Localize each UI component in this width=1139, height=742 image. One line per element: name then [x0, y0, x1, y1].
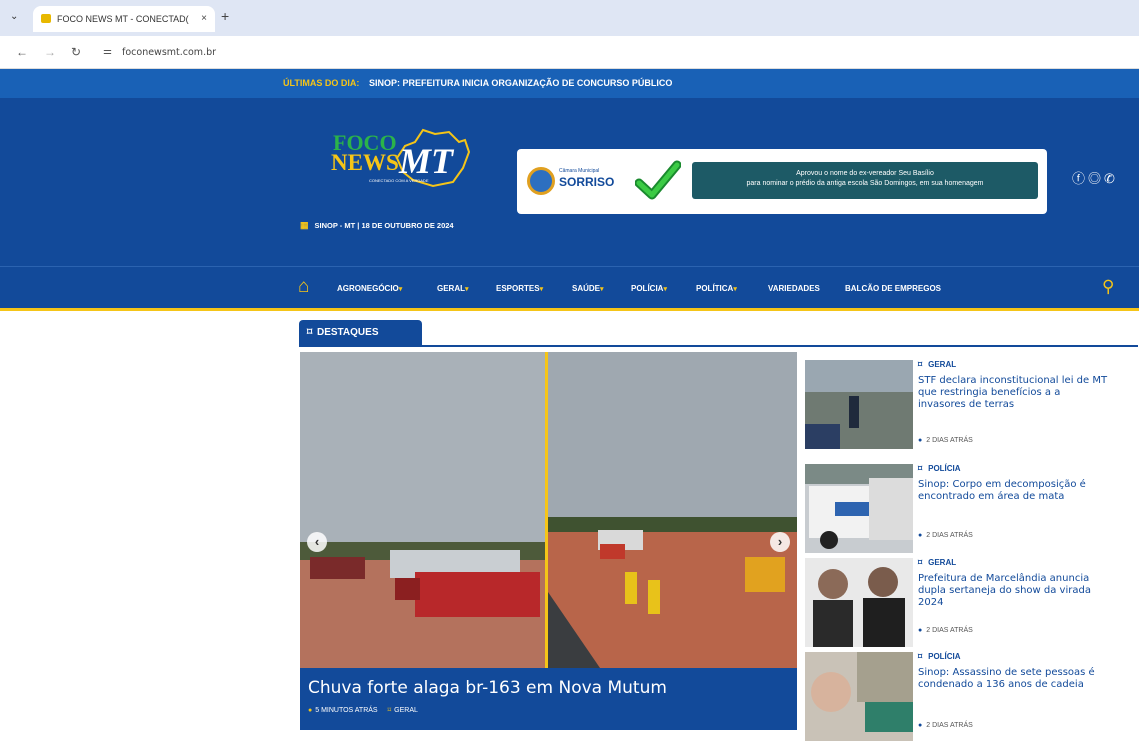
facebook-icon[interactable]: ⓕ [1072, 171, 1088, 186]
camara-seal-icon [527, 167, 555, 195]
nav-item-agronegocio[interactable]: AGRONEGÓCIO▾ [337, 284, 402, 293]
site-logo[interactable]: FOCO NEWS MT CONECTADO COM A VERDADE [327, 128, 477, 198]
tab-title: FOCO NEWS MT - CONECTAD( [57, 14, 189, 24]
address-bar: ← → ↻ ⚌ foconewsmt.com.br [0, 36, 1139, 69]
nav-item-policia[interactable]: POLÍCIA▾ [631, 284, 667, 293]
clock-icon: ● [918, 532, 923, 539]
clock-icon: ● [918, 437, 923, 444]
chevron-down-icon: ▾ [465, 286, 469, 293]
featured-story-slide[interactable]: ‹ › Chuva forte alaga br-163 em Nova Mut… [300, 352, 797, 730]
category-label[interactable]: ⌑ POLÍCIA [918, 652, 961, 661]
clock-icon: ● [918, 627, 923, 634]
featured-headline[interactable]: Chuva forte alaga br-163 em Nova Mutum [308, 678, 667, 698]
story-time: ● 2 DIAS ATRÁS [918, 437, 973, 444]
featured-time: 5 MINUTOS ATRÁS [315, 707, 378, 714]
calendar-icon: ▦ [300, 220, 309, 230]
browser-tab[interactable]: FOCO NEWS MT - CONECTAD( × [33, 6, 215, 32]
story-headline[interactable]: Prefeitura de Marcelândia anuncia dupla … [918, 573, 1108, 609]
date-text: SINOP - MT | 18 DE OUTUBRO DE 2024 [314, 221, 454, 230]
slider-next-arrow-icon[interactable]: › [770, 532, 790, 552]
list-item[interactable]: ⌑ POLÍCIA Sinop: Corpo em decomposição é … [805, 464, 1139, 554]
featured-meta: ● 5 MINUTOS ATRÁS ⌑ GERAL [308, 706, 418, 714]
logo-news-text: NEWS [331, 150, 399, 175]
reload-icon[interactable]: ↻ [71, 45, 81, 59]
featured-category-link[interactable]: GERAL [394, 707, 418, 714]
ad-message-box: Aprovou o nome do ex-vereador Seu Basíli… [692, 162, 1038, 199]
featured-caption: Chuva forte alaga br-163 em Nova Mutum ●… [300, 668, 797, 730]
list-item[interactable]: ⌑ POLÍCIA Sinop: Assassino de sete pessoa… [805, 652, 1139, 742]
site-info-icon[interactable]: ⚌ [103, 46, 112, 57]
ad-camara-label: Câmara Municipal [559, 168, 600, 174]
list-item[interactable]: ⌑ GERAL Prefeitura de Marcelândia anuncia… [805, 558, 1139, 648]
home-icon[interactable]: ⌂ [298, 276, 309, 298]
ticker-label: ÚLTIMAS DO DIA: [283, 78, 360, 88]
bookmark-icon: ⌑ [918, 652, 923, 661]
site-favicon-icon [41, 14, 51, 23]
nav-item-geral[interactable]: GERAL▾ [437, 284, 469, 293]
destaques-divider [299, 345, 1138, 347]
destaques-tab[interactable]: ⌑ DESTAQUES [299, 320, 422, 346]
whatsapp-icon[interactable]: ✆ [1104, 171, 1118, 186]
story-headline[interactable]: Sinop: Corpo em decomposição é encontrad… [918, 479, 1108, 503]
story-time: ● 2 DIAS ATRÁS [918, 532, 973, 539]
bookmark-icon: ⌑ [918, 558, 923, 567]
bookmark-icon: ⌑ [387, 707, 392, 714]
chevron-down-icon: ▾ [398, 286, 403, 293]
story-thumbnail [805, 652, 913, 741]
story-thumbnail [805, 360, 913, 449]
chevron-down-icon: ▾ [663, 286, 667, 293]
back-arrow-icon[interactable]: ← [16, 45, 28, 59]
list-item[interactable]: ⌑ GERAL STF declara inconstitucional lei … [805, 360, 1139, 450]
bookmark-icon: ⌑ [307, 327, 313, 338]
story-thumbnail [805, 558, 913, 647]
story-headline[interactable]: STF declara inconstitucional lei de MT q… [918, 375, 1108, 411]
nav-item-variedades[interactable]: VARIEDADES [768, 284, 820, 293]
social-links: ⓕ◎✆ [1072, 168, 1118, 187]
flooded-highway-photo [300, 352, 797, 668]
slider-prev-arrow-icon[interactable]: ‹ [307, 532, 327, 552]
bookmark-icon: ⌑ [918, 464, 923, 473]
story-time: ● 2 DIAS ATRÁS [918, 627, 973, 634]
chevron-down-icon: ▾ [600, 286, 604, 293]
clock-icon: ● [918, 722, 923, 729]
new-tab-button[interactable]: + [221, 8, 229, 24]
bookmark-icon: ⌑ [918, 360, 923, 369]
search-icon[interactable]: ⚲ [1102, 277, 1114, 297]
category-label[interactable]: ⌑ POLÍCIA [918, 464, 961, 473]
chevron-down-icon: ▾ [733, 286, 737, 293]
ad-line-1: Aprovou o nome do ex-vereador Seu Basíli… [796, 170, 934, 177]
url-field[interactable]: foconewsmt.com.br [122, 47, 216, 58]
instagram-icon[interactable]: ◎ [1088, 171, 1104, 186]
category-label[interactable]: ⌑ GERAL [918, 558, 956, 567]
story-time: ● 2 DIAS ATRÁS [918, 722, 973, 729]
chevron-down-icon: ▾ [539, 286, 544, 293]
nav-item-saude[interactable]: SAÚDE▾ [572, 284, 604, 293]
forward-arrow-icon[interactable]: → [44, 45, 56, 59]
nav-item-esportes[interactable]: ESPORTES▾ [496, 284, 543, 293]
nav-item-balcao-de-empregos[interactable]: BALCÃO DE EMPREGOS [845, 284, 941, 293]
camara-sorriso-banner-ad[interactable]: Câmara Municipal SORRISO Aprovou o nome … [517, 149, 1047, 214]
logo-mt-text: MT [399, 141, 453, 181]
destaques-label: DESTAQUES [317, 327, 379, 338]
ad-line-2: para nominar o prédio da antiga escola S… [746, 180, 984, 187]
checkmark-icon [635, 160, 681, 200]
tab-close-icon[interactable]: × [201, 13, 207, 24]
main-navigation: ⌂ AGRONEGÓCIO▾ GERAL▾ ESPORTES▾ SAÚDE▾ P… [0, 266, 1139, 311]
clock-icon: ● [308, 707, 313, 714]
ad-sorriso-label: SORRISO [559, 175, 615, 189]
browser-tab-bar: ⌄ FOCO NEWS MT - CONECTAD( × + [0, 0, 1139, 36]
category-label[interactable]: ⌑ GERAL [918, 360, 956, 369]
story-headline[interactable]: Sinop: Assassino de sete pessoas é conde… [918, 667, 1108, 691]
ticker-headline-link[interactable]: SINOP: PREFEITURA INICIA ORGANIZAÇÃO DE … [369, 78, 672, 88]
breaking-news-ticker: ÚLTIMAS DO DIA: SINOP: PREFEITURA INICIA… [0, 69, 1139, 98]
date-line: ▦ SINOP - MT | 18 DE OUTUBRO DE 2024 [300, 220, 454, 231]
site-header: FOCO NEWS MT CONECTADO COM A VERDADE ▦ SI… [0, 98, 1139, 266]
nav-item-politica[interactable]: POLÍTICA▾ [696, 284, 737, 293]
story-thumbnail [805, 464, 913, 553]
tab-list-chevron-icon[interactable]: ⌄ [10, 11, 18, 22]
logo-tagline: CONECTADO COM A VERDADE [369, 178, 429, 183]
